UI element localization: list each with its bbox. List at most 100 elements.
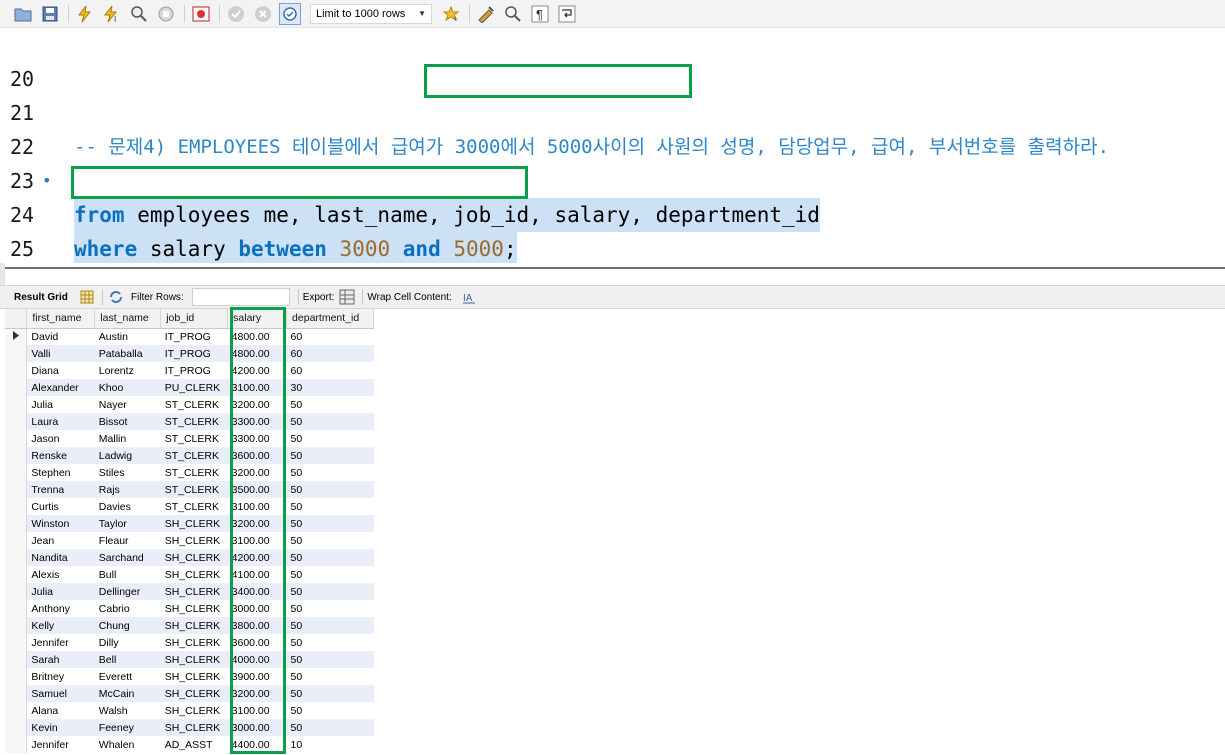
row-header[interactable]	[5, 481, 28, 498]
export-icon[interactable]	[338, 288, 356, 306]
row-header[interactable]	[5, 362, 28, 379]
cell-department-id[interactable]: 50	[287, 702, 374, 719]
cell-department-id[interactable]: 50	[287, 668, 374, 685]
cell-department-id[interactable]: 50	[286, 651, 374, 668]
wrap-icon[interactable]	[556, 3, 578, 25]
row-header[interactable]	[5, 600, 28, 617]
beautify-icon[interactable]	[475, 3, 497, 25]
table-row[interactable]: Nandita Sarchand SH_CLERK 4200.00 50	[5, 549, 374, 566]
panel-splitter[interactable]	[0, 263, 1225, 285]
cell-first-name[interactable]: Laura	[26, 413, 95, 430]
table-row[interactable]: Jason Mallin ST_CLERK 3300.00 50	[5, 430, 374, 447]
cell-first-name[interactable]: Anthony	[27, 600, 95, 617]
row-header[interactable]	[5, 617, 28, 634]
cell-job-id[interactable]: IT_PROG	[160, 345, 228, 362]
cell-department-id[interactable]: 50	[287, 396, 374, 413]
row-header[interactable]	[5, 532, 28, 549]
cell-job-id[interactable]: PU_CLERK	[160, 379, 228, 396]
cell-last-name[interactable]: Dellinger	[94, 583, 161, 600]
cell-job-id[interactable]: ST_CLERK	[160, 413, 228, 430]
row-header[interactable]	[5, 464, 28, 481]
cell-last-name[interactable]: Davies	[95, 498, 161, 515]
row-header[interactable]	[5, 413, 28, 430]
cell-department-id[interactable]: 50	[286, 685, 374, 702]
cell-job-id[interactable]: ST_CLERK	[160, 481, 228, 498]
table-row[interactable]: Renske Ladwig ST_CLERK 3600.00 50	[5, 447, 374, 464]
cell-job-id[interactable]: ST_CLERK	[161, 498, 228, 515]
search-icon[interactable]	[502, 3, 524, 25]
cell-last-name[interactable]: Whalen	[95, 736, 161, 753]
cell-job-id[interactable]: SH_CLERK	[161, 634, 228, 651]
cell-last-name[interactable]: Feeney	[94, 719, 161, 736]
cell-department-id[interactable]: 60	[287, 362, 374, 379]
cell-job-id[interactable]: SH_CLERK	[161, 532, 228, 549]
row-header[interactable]	[5, 634, 28, 651]
table-row[interactable]: Diana Lorentz IT_PROG 4200.00 60	[5, 362, 374, 379]
cell-job-id[interactable]: ST_CLERK	[160, 447, 228, 464]
cell-first-name[interactable]: Alana	[27, 702, 95, 719]
row-header[interactable]	[5, 702, 28, 719]
cell-job-id[interactable]: SH_CLERK	[161, 702, 228, 719]
cell-first-name[interactable]: Stephen	[27, 464, 95, 481]
table-row[interactable]: Sarah Bell SH_CLERK 4000.00 50	[5, 651, 374, 668]
cell-first-name[interactable]: Jean	[27, 532, 95, 549]
cell-last-name[interactable]: Bull	[95, 566, 161, 583]
cell-first-name[interactable]: Valli	[26, 345, 95, 362]
table-row[interactable]: Laura Bissot ST_CLERK 3300.00 50	[5, 413, 374, 430]
cell-last-name[interactable]: Ladwig	[94, 447, 161, 464]
cell-first-name[interactable]: Jennifer	[27, 736, 95, 753]
cell-job-id[interactable]: SH_CLERK	[161, 600, 228, 617]
row-header[interactable]	[5, 583, 28, 600]
row-header[interactable]	[5, 498, 28, 515]
cell-last-name[interactable]: McCain	[94, 685, 161, 702]
cell-last-name[interactable]: Nayer	[95, 396, 161, 413]
table-row[interactable]: Trenna Rajs ST_CLERK 3500.00 50	[5, 481, 374, 498]
cell-first-name[interactable]: Julia	[26, 583, 95, 600]
cell-first-name[interactable]: Alexis	[27, 566, 95, 583]
cell-job-id[interactable]: IT_PROG	[161, 328, 228, 345]
cell-job-id[interactable]: SH_CLERK	[160, 719, 228, 736]
cell-department-id[interactable]: 50	[286, 617, 374, 634]
refresh-icon[interactable]	[107, 288, 125, 306]
cell-department-id[interactable]: 50	[286, 447, 374, 464]
cell-job-id[interactable]: IT_PROG	[161, 362, 228, 379]
row-header[interactable]	[5, 566, 28, 583]
table-row[interactable]: Jennifer Dilly SH_CLERK 3600.00 50	[5, 634, 374, 651]
column-header-job-id[interactable]: job_id	[160, 309, 229, 329]
stop-icon[interactable]	[155, 3, 177, 25]
commit-icon[interactable]	[225, 3, 247, 25]
cell-last-name[interactable]: Fleaur	[95, 532, 161, 549]
cell-department-id[interactable]: 50	[286, 719, 374, 736]
cell-job-id[interactable]: ST_CLERK	[161, 430, 228, 447]
table-row[interactable]: Kelly Chung SH_CLERK 3800.00 50	[5, 617, 374, 634]
cell-department-id[interactable]: 30	[286, 379, 374, 396]
cell-department-id[interactable]: 50	[286, 549, 374, 566]
cell-department-id[interactable]: 50	[287, 464, 374, 481]
cell-job-id[interactable]: SH_CLERK	[160, 617, 228, 634]
find-icon[interactable]	[128, 3, 150, 25]
cell-last-name[interactable]: Pataballa	[94, 345, 161, 362]
column-header-last-name[interactable]: last_name	[94, 309, 162, 329]
table-row[interactable]: Winston Taylor SH_CLERK 3200.00 50	[5, 515, 374, 532]
cell-job-id[interactable]: SH_CLERK	[160, 583, 228, 600]
current-row-indicator[interactable]	[5, 328, 28, 345]
cell-first-name[interactable]: Renske	[26, 447, 95, 464]
cell-department-id[interactable]: 50	[287, 498, 374, 515]
row-header[interactable]	[5, 515, 28, 532]
cell-department-id[interactable]: 60	[286, 345, 374, 362]
table-row[interactable]: Jean Fleaur SH_CLERK 3100.00 50	[5, 532, 374, 549]
table-row[interactable]: Stephen Stiles ST_CLERK 3200.00 50	[5, 464, 374, 481]
row-header[interactable]	[5, 430, 28, 447]
toggle-results-icon[interactable]	[190, 3, 212, 25]
save-icon[interactable]	[39, 3, 61, 25]
cell-department-id[interactable]: 50	[286, 481, 374, 498]
cell-last-name[interactable]: Everett	[95, 668, 161, 685]
row-header[interactable]	[5, 447, 28, 464]
cell-first-name[interactable]: Julia	[27, 396, 95, 413]
cell-last-name[interactable]: Stiles	[95, 464, 161, 481]
cell-job-id[interactable]: SH_CLERK	[160, 515, 228, 532]
cell-last-name[interactable]: Bissot	[94, 413, 161, 430]
table-row[interactable]: Anthony Cabrio SH_CLERK 3000.00 50	[5, 600, 374, 617]
cell-job-id[interactable]: ST_CLERK	[161, 396, 228, 413]
row-header[interactable]	[5, 396, 28, 413]
